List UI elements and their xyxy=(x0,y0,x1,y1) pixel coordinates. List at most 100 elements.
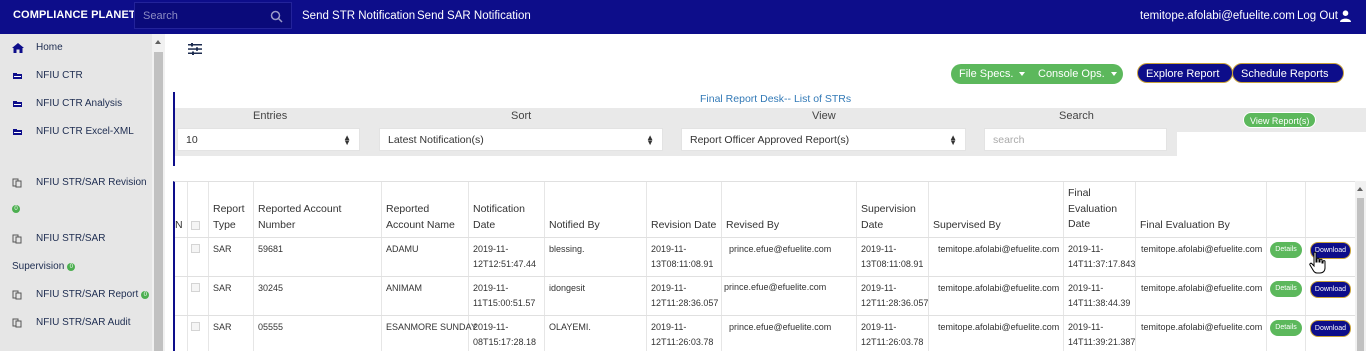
user-icon[interactable] xyxy=(1340,10,1351,22)
table-scrollbar[interactable] xyxy=(1355,181,1366,351)
chevron-down-icon xyxy=(1019,72,1026,77)
row-divider xyxy=(175,276,1355,277)
col-header-revision-date[interactable]: Revision Date xyxy=(651,218,716,234)
user-email[interactable]: temitope.afolabi@efuelite.com xyxy=(1140,10,1295,22)
logout-link[interactable]: Log Out xyxy=(1297,10,1338,22)
sidebar-item-nfiu-ctr-analysis[interactable]: NFIU CTR Analysis xyxy=(12,98,122,109)
cell-revision-date: 2019-11- xyxy=(651,322,687,332)
search-icon[interactable] xyxy=(270,10,283,23)
col-header-account-name[interactable]: Reported Account Name xyxy=(386,202,466,233)
view-reports-button[interactable]: View Report(s) xyxy=(1243,112,1317,128)
row-checkbox[interactable] xyxy=(191,244,200,253)
col-header-sn[interactable]: N xyxy=(175,218,183,234)
filter-sliders-icon[interactable] xyxy=(188,43,202,55)
cell-revision-date: 2019-11- xyxy=(651,283,687,293)
table-search-input[interactable] xyxy=(984,128,1167,151)
cell-notified-by: OLAYEMI. xyxy=(549,322,591,332)
cell-supervision-time: 12T11:28:36.057 xyxy=(861,298,929,308)
entries-label: Entries xyxy=(253,110,288,122)
sidebar-item-label: Home xyxy=(36,42,63,53)
sidebar-scrollbar[interactable] xyxy=(152,34,165,351)
entries-select[interactable]: 10 ▲ ▼ xyxy=(177,128,360,151)
download-button[interactable]: Download xyxy=(1310,320,1351,337)
green-actions-group: File Specs. Console Ops. xyxy=(951,64,1123,84)
download-button[interactable]: Download xyxy=(1310,281,1351,298)
scroll-up-arrow-icon[interactable] xyxy=(1357,187,1363,191)
sidebar-item-supervision-label[interactable]: Supervision 0 xyxy=(12,261,76,272)
cell-notified-by: blessing. xyxy=(549,244,585,254)
column-divider xyxy=(856,182,857,351)
cell-supervised-by: temitope.afolabi@efuelite.com xyxy=(938,322,1060,332)
cell-notification-date: 2019-11- xyxy=(473,283,509,293)
sidebar-item-str-sar-supervision[interactable]: NFIU STR/SAR xyxy=(12,233,105,244)
cell-revision-time: 12T11:28:36.057 xyxy=(651,298,719,308)
details-button[interactable]: Details xyxy=(1270,281,1302,297)
col-header-account-number[interactable]: Reported Account Number xyxy=(258,202,378,233)
cell-final-date: 2019-11- xyxy=(1068,322,1104,332)
cell-account-number: 59681 xyxy=(258,244,284,254)
sort-label: Sort xyxy=(511,110,532,122)
column-divider xyxy=(253,182,254,351)
column-divider xyxy=(1063,182,1064,351)
send-sar-notification-link[interactable]: Send SAR Notification xyxy=(417,10,531,22)
search-label: Search xyxy=(1059,110,1094,122)
col-header-supervision-date[interactable]: Supervision Date xyxy=(861,202,925,233)
column-divider xyxy=(544,182,545,351)
sidebar-scroll-thumb[interactable] xyxy=(154,52,163,351)
cell-report-type: SAR xyxy=(213,283,232,293)
view-label: View xyxy=(812,110,836,122)
col-header-report-type[interactable]: Report Type xyxy=(213,202,253,233)
cell-notification-time: 12T12:51:47.44 xyxy=(473,259,537,269)
brand-logo[interactable]: COMPLIANCE PLANET xyxy=(13,9,136,21)
sidebar: Home NFIU CTR NFIU CTR Analysis NFIU CTR… xyxy=(0,34,152,351)
sidebar-item-str-sar-report[interactable]: NFIU STR/SAR Report 0 xyxy=(12,289,150,300)
column-divider xyxy=(721,182,722,351)
send-str-notification-link[interactable]: Send STR Notification xyxy=(302,10,415,22)
cell-supervision-time: 13T08:11:08.91 xyxy=(861,259,924,269)
global-search-input[interactable] xyxy=(143,8,263,24)
top-navbar: COMPLIANCE PLANET Send STR Notification … xyxy=(0,0,1366,34)
schedule-reports-dropdown[interactable]: Schedule Reports xyxy=(1232,63,1344,97)
schedule-reports-label: Schedule Reports xyxy=(1241,68,1329,80)
cell-notification-time: 11T15:00:51.57 xyxy=(473,298,536,308)
sidebar-item-label: NFIU STR/SAR xyxy=(36,233,106,244)
cell-account-name: ANIMAM xyxy=(386,283,422,293)
file-specs-label: File Specs. xyxy=(959,68,1014,80)
col-header-supervised-by[interactable]: Supervised By xyxy=(933,218,1001,234)
table-scroll-thumb[interactable] xyxy=(1357,198,1364,351)
col-header-notified-by[interactable]: Notified By xyxy=(549,218,600,234)
copy-icon xyxy=(12,318,22,327)
row-checkbox[interactable] xyxy=(191,322,200,331)
global-search xyxy=(134,2,292,29)
scroll-up-arrow-icon[interactable] xyxy=(155,40,161,44)
hand-cursor-icon xyxy=(1309,251,1326,274)
sidebar-item-str-sar-audit[interactable]: NFIU STR/SAR Audit xyxy=(12,317,130,328)
cell-final-date: 2019-11- xyxy=(1068,244,1104,254)
sidebar-item-label: NFIU STR/SAR Revision xyxy=(36,177,147,188)
col-header-revised-by[interactable]: Revised By xyxy=(726,218,779,234)
col-header-final-evaluation-date[interactable]: Final Evaluation Date xyxy=(1068,186,1128,233)
sidebar-item-nfiu-ctr[interactable]: NFIU CTR xyxy=(12,70,83,81)
col-header-notification-date[interactable]: Notification Date xyxy=(473,202,541,233)
sidebar-item-nfiu-ctr-excel-xml[interactable]: NFIU CTR Excel-XML xyxy=(12,126,134,137)
details-button[interactable]: Details xyxy=(1270,320,1302,336)
sidebar-item-home[interactable]: Home xyxy=(12,42,63,53)
chevron-down-icon xyxy=(1110,72,1117,77)
details-button[interactable]: Details xyxy=(1270,242,1302,258)
console-ops-dropdown[interactable]: Console Ops. xyxy=(1038,64,1117,84)
sidebar-item-label: NFIU CTR Analysis xyxy=(36,98,123,109)
column-divider xyxy=(928,182,929,351)
cell-final-time: 14T11:39:21.387 xyxy=(1068,337,1136,347)
view-select[interactable]: Report Officer Approved Report(s) ▲ ▼ xyxy=(681,128,966,151)
sort-select[interactable]: Latest Notification(s) ▲ ▼ xyxy=(379,128,663,151)
row-checkbox[interactable] xyxy=(191,283,200,292)
select-all-checkbox[interactable] xyxy=(191,221,200,230)
column-divider xyxy=(187,182,188,351)
col-header-final-evaluation-by[interactable]: Final Evaluation By xyxy=(1140,218,1230,234)
file-specs-dropdown[interactable]: File Specs. xyxy=(959,64,1026,84)
explore-report-dropdown[interactable]: Explore Report xyxy=(1137,63,1233,97)
supervision-count-badge: 0 xyxy=(67,262,76,271)
cell-account-name: ADAMU xyxy=(386,244,419,254)
sidebar-item-str-sar-revision[interactable]: NFIU STR/SAR Revision xyxy=(12,177,147,188)
entries-value: 10 xyxy=(186,134,198,146)
